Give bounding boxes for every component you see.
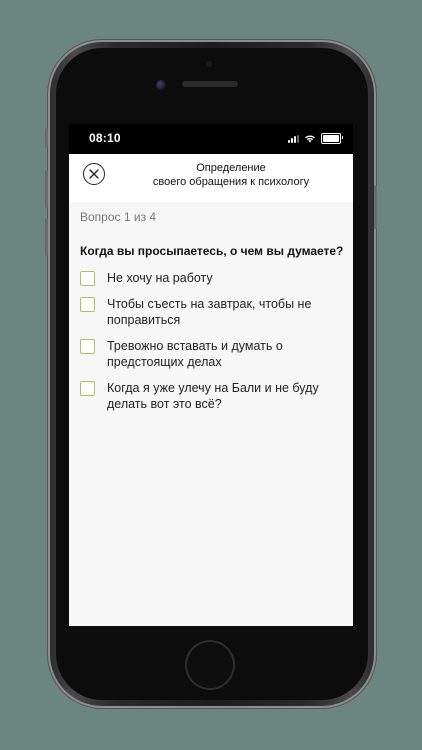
page-title: Определение своего обращения к психологу: [113, 161, 349, 189]
question-text: Когда вы просыпаетесь, о чем вы думаете?: [80, 244, 344, 258]
close-button[interactable]: [83, 163, 105, 185]
signal-icon: [288, 134, 299, 143]
page-title-line1: Определение: [196, 162, 266, 174]
close-icon: [89, 169, 99, 179]
answer-option-label: Чтобы съесть на завтрак, чтобы не поправ…: [107, 297, 312, 327]
proximity-sensor: [206, 61, 212, 67]
answer-option-1[interactable]: Не хочу на работу: [80, 270, 347, 286]
answer-option-label: Тревожно вставать и думать о предстоящих…: [107, 339, 283, 369]
mute-switch: [45, 128, 48, 148]
home-button[interactable]: [185, 640, 235, 690]
answer-option-label: Не хочу на работу: [107, 271, 213, 285]
question-progress: Вопрос 1 из 4: [80, 210, 157, 224]
quiz-content: Вопрос 1 из 4 Когда вы просыпаетесь, о ч…: [69, 202, 353, 626]
volume-up-button: [45, 170, 48, 208]
checkbox-icon[interactable]: [80, 297, 95, 312]
header: Определение своего обращения к психологу: [69, 154, 353, 202]
front-camera-icon: [156, 80, 166, 90]
answer-option-3[interactable]: Тревожно вставать и думать о предстоящих…: [80, 338, 347, 370]
screen: 08:10 Определение своего обращения к пси…: [69, 124, 353, 626]
answer-options: Не хочу на работу Чтобы съесть на завтра…: [80, 270, 347, 422]
answer-option-2[interactable]: Чтобы съесть на завтрак, чтобы не поправ…: [80, 296, 347, 328]
power-button: [374, 185, 377, 229]
earpiece-speaker: [182, 81, 238, 87]
checkbox-icon[interactable]: [80, 381, 95, 396]
wifi-icon: [305, 135, 315, 143]
status-time: 08:10: [89, 131, 121, 145]
checkbox-icon[interactable]: [80, 339, 95, 354]
answer-option-4[interactable]: Когда я уже улечу на Бали и не буду дела…: [80, 380, 347, 412]
battery-icon: [321, 133, 343, 144]
checkbox-icon[interactable]: [80, 271, 95, 286]
page-title-line2: своего обращения к психологу: [152, 176, 310, 188]
answer-option-label: Когда я уже улечу на Бали и не буду дела…: [107, 381, 319, 411]
volume-down-button: [45, 218, 48, 256]
status-bar: 08:10: [69, 124, 353, 154]
app-screen: Определение своего обращения к психологу…: [69, 154, 353, 626]
status-icons: [288, 133, 343, 144]
